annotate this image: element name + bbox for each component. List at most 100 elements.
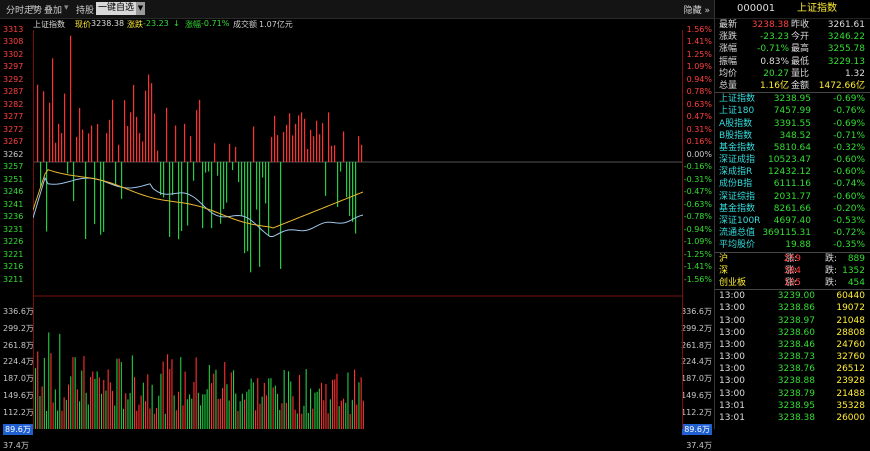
up-bar <box>319 134 321 162</box>
down-bar <box>244 162 246 254</box>
quote-info-bar: 上证指数 现价 3238.38 涨跌 -23.23 ↓ 涨幅 -0.71% 成交… <box>33 18 683 30</box>
tick-volume: 60440 <box>836 291 865 302</box>
index-row[interactable]: B股指数 348.52 -0.71% <box>715 130 870 142</box>
pct-tick: -0.16% <box>683 162 712 172</box>
up-bar <box>112 99 114 162</box>
down-bar <box>280 162 282 269</box>
index-name: 成份B指 <box>719 179 753 190</box>
index-row[interactable]: 流通总值 369115.31 -0.72% <box>715 227 870 239</box>
volume-bar <box>283 369 285 429</box>
volume-bar <box>50 353 52 429</box>
volume-bar <box>230 372 232 429</box>
volume-bar <box>105 390 107 429</box>
index-name: 平均股价 <box>719 240 756 251</box>
pct-tick: -0.31% <box>683 174 712 184</box>
collapse-label: 隐藏 <box>683 6 702 16</box>
volume-bar <box>222 388 224 429</box>
volume-tick: 37.4万 <box>686 441 712 451</box>
volume-bar <box>307 412 309 429</box>
chevron-down-icon[interactable]: ▼ <box>136 2 145 15</box>
index-row[interactable]: 深证100R 4697.40 -0.53% <box>715 215 870 227</box>
tick-price: 3238.86 <box>777 303 815 314</box>
index-row[interactable]: A股指数 3391.55 -0.69% <box>715 118 870 130</box>
down-bar <box>160 162 162 196</box>
down-bar <box>94 162 96 225</box>
volume-bar <box>54 389 56 429</box>
volume-bar <box>41 386 43 429</box>
volume-bar <box>35 368 37 429</box>
tab-holdings[interactable]: 持股 <box>76 3 94 16</box>
down-bar <box>217 162 219 176</box>
index-row[interactable]: 上证180 7457.99 -0.76% <box>715 105 870 117</box>
index-value: 3391.55 <box>773 118 811 129</box>
up-bar <box>148 74 150 162</box>
volume-bar <box>217 398 219 429</box>
index-row[interactable]: 深证成指 10523.47 -0.60% <box>715 154 870 166</box>
volume-bar <box>112 390 114 429</box>
up-bar <box>118 144 120 162</box>
market-name: 深 <box>719 265 729 276</box>
collapse-button[interactable]: 隐藏 » <box>684 3 710 16</box>
volume-bar <box>347 372 349 429</box>
tab-overlay[interactable]: 叠加 <box>44 3 62 16</box>
volume-bar <box>321 382 323 429</box>
volume-bar <box>310 388 312 429</box>
index-row[interactable]: 基金指数 5810.64 -0.32% <box>715 142 870 154</box>
tick-volume: 19072 <box>836 303 865 314</box>
pct-tick: 1.41% <box>686 37 712 47</box>
tab-timeline[interactable]: 分时走势 <box>6 3 42 16</box>
up-bar <box>70 35 72 163</box>
volume-bar <box>208 364 210 429</box>
volume-value: 1.07亿元 <box>259 20 293 29</box>
up-bar <box>358 136 360 162</box>
quote-value: 1.32 <box>844 68 865 79</box>
index-name: 上证指数 <box>33 20 65 29</box>
index-pct: -0.69% <box>833 94 865 105</box>
volume-bar <box>290 381 292 429</box>
volume-bar <box>336 373 338 429</box>
index-row[interactable]: 深证综指 2031.77 -0.60% <box>715 191 870 203</box>
volume-bar <box>145 401 147 429</box>
volume-bar <box>96 371 98 429</box>
volume-bar <box>57 410 59 429</box>
tick-row: 13:00 3238.73 32760 <box>715 351 870 363</box>
tick-volume: 32760 <box>836 352 865 363</box>
quote-value: 3246.22 <box>827 32 865 43</box>
down-bar <box>340 162 342 172</box>
volume-bar <box>241 393 243 429</box>
up-bar <box>307 148 309 162</box>
volume-bar <box>325 384 327 429</box>
tick-time: 13:00 <box>719 364 745 375</box>
index-row[interactable]: 成份B指 6111.16 -0.74% <box>715 178 870 190</box>
volume-bar <box>351 399 353 429</box>
quote-label: 最新 <box>719 20 738 30</box>
volume-bar <box>257 378 259 429</box>
down-bar <box>169 162 171 237</box>
period-select[interactable]: 一键自选 <box>96 2 136 15</box>
up-bar <box>196 110 198 162</box>
volume-bar <box>323 400 325 429</box>
index-row[interactable]: 平均股价 19.88 -0.35% <box>715 239 870 251</box>
index-row[interactable]: 上证指数 3238.95 -0.69% <box>715 93 870 105</box>
index-row[interactable]: 深成指R 12432.12 -0.60% <box>715 166 870 178</box>
up-bar <box>301 112 303 162</box>
down-bar <box>208 162 210 172</box>
volume-bar <box>164 413 166 429</box>
tick-row: 13:00 3239.00 60440 <box>715 290 870 302</box>
down-bar <box>256 162 258 210</box>
price-tick: 3221 <box>3 249 24 259</box>
volume-tick: 299.2万 <box>3 323 34 333</box>
tick-row: 13:00 3238.79 21488 <box>715 388 870 400</box>
volume-bar <box>266 395 268 429</box>
index-row[interactable]: 基金指数 8261.66 -0.20% <box>715 203 870 215</box>
index-value: 7457.99 <box>773 106 811 117</box>
index-pct: -0.72% <box>833 228 865 239</box>
quote-row: 总量 1.16亿 金额 1472.66亿 <box>715 80 870 92</box>
quote-row: 涨跌 -23.23 今开 3246.22 <box>715 31 870 43</box>
volume-bar <box>248 389 250 429</box>
index-value: 369115.31 <box>762 228 811 239</box>
pct-tick: 1.56% <box>686 25 712 34</box>
volume-bar <box>173 395 175 429</box>
quote-row: 均价 20.27 量比 1.32 <box>715 68 870 80</box>
down-label: 跌: <box>825 265 838 276</box>
